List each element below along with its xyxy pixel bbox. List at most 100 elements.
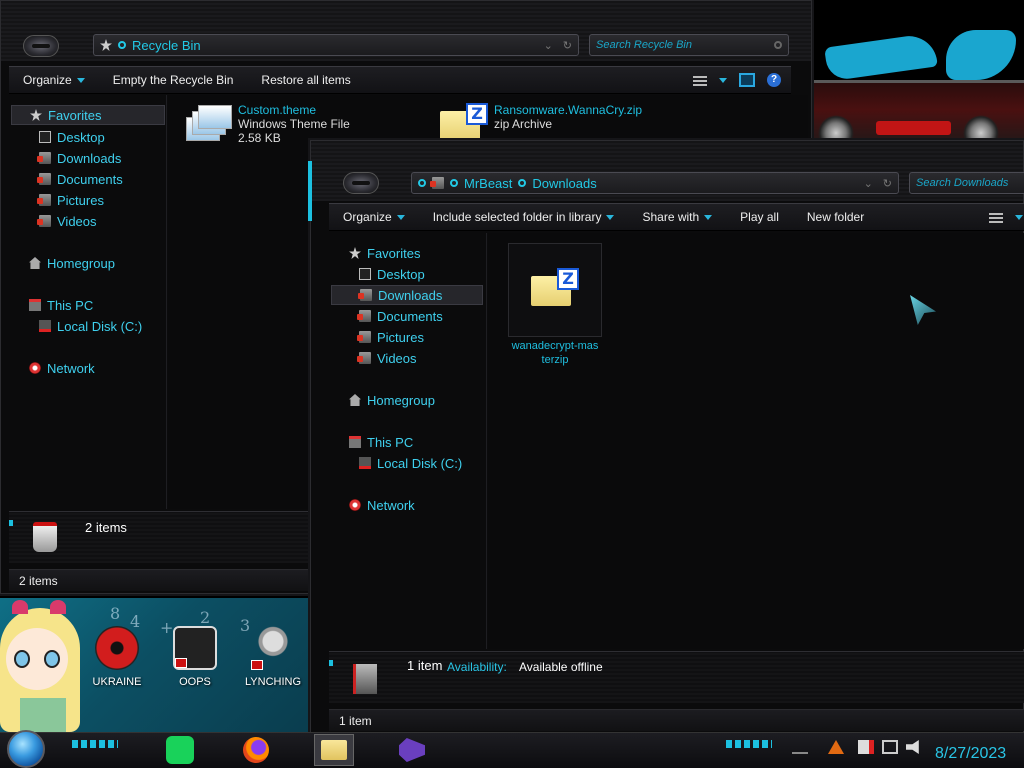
network-icon[interactable] xyxy=(882,740,898,754)
search-icon xyxy=(774,41,782,49)
empty-recycle-bin-button[interactable]: Empty the Recycle Bin xyxy=(99,73,248,87)
taskbar-app-firefox[interactable] xyxy=(236,734,276,766)
nav-favorites[interactable]: Favorites xyxy=(11,105,165,125)
nav-documents[interactable]: Documents xyxy=(357,306,443,326)
search-input[interactable]: Search Downloads xyxy=(909,172,1024,194)
homegroup-icon xyxy=(29,257,41,269)
back-forward-button[interactable] xyxy=(343,172,379,194)
nav-network[interactable]: Network xyxy=(29,358,95,378)
share-with-button[interactable]: Share with xyxy=(628,210,726,224)
organize-button[interactable]: Organize xyxy=(9,73,99,87)
downloads-icon xyxy=(37,152,51,164)
nav-downloads[interactable]: Downloads xyxy=(37,148,121,168)
oops-icon xyxy=(173,626,217,670)
file-explorer-icon xyxy=(321,740,347,760)
search-placeholder: Search Downloads xyxy=(916,177,1009,189)
cartoon-character-image xyxy=(0,598,80,732)
taskbar-app-file-explorer[interactable] xyxy=(314,734,354,766)
status-item-count: 1 item xyxy=(339,713,372,728)
taskbar-decoration xyxy=(72,740,118,748)
star-icon xyxy=(30,109,42,121)
desktop-icon-lynching[interactable]: LYNCHING xyxy=(238,626,308,688)
nav-videos[interactable]: Videos xyxy=(37,211,97,231)
nav-homegroup[interactable]: Homegroup xyxy=(29,253,115,273)
nav-pictures[interactable]: Pictures xyxy=(357,327,424,347)
green-app-icon xyxy=(166,736,194,764)
desktop-icon-ukraine[interactable]: UKRAINE xyxy=(82,626,152,688)
desktop-icon-label: LYNCHING xyxy=(244,676,302,688)
breadcrumb-user[interactable]: MrBeast xyxy=(464,176,512,191)
breadcrumb-separator-icon xyxy=(450,179,458,187)
nav-network[interactable]: Network xyxy=(349,495,415,515)
downloads-icon xyxy=(358,289,372,301)
preview-pane-icon[interactable] xyxy=(739,73,755,87)
change-view-icon[interactable] xyxy=(989,211,1003,223)
nav-videos[interactable]: Videos xyxy=(357,348,417,368)
refresh-icon[interactable]: ↻ xyxy=(563,39,572,52)
availability-label: Availability: xyxy=(447,660,507,674)
taskbar-app-green[interactable] xyxy=(160,734,200,766)
nav-this-pc[interactable]: This PC xyxy=(349,432,413,452)
file-name: Custom.theme xyxy=(238,103,317,117)
pictures-icon xyxy=(357,331,371,343)
nav-this-pc[interactable]: This PC xyxy=(29,295,93,315)
file-item[interactable]: Z Ransomware.WannaCry.zip zip Archive xyxy=(440,103,642,143)
refresh-icon[interactable]: ↻ xyxy=(883,177,892,190)
desktop: 8 4 + 2 3 UKRAINE OOPS LYNCHING Recycle … xyxy=(0,0,1024,768)
command-bar: Organize Empty the Recycle Bin Restore a… xyxy=(9,66,791,94)
nav-local-disk[interactable]: Local Disk (C:) xyxy=(39,316,142,336)
change-view-icon[interactable] xyxy=(693,74,707,86)
play-all-button[interactable]: Play all xyxy=(726,210,793,224)
flag-icon[interactable] xyxy=(858,740,874,754)
new-folder-button[interactable]: New folder xyxy=(793,210,878,224)
nav-documents[interactable]: Documents xyxy=(37,169,123,189)
chevron-down-icon[interactable] xyxy=(1015,214,1023,220)
nav-desktop[interactable]: Desktop xyxy=(39,127,105,147)
taskbar-app-visual-studio[interactable] xyxy=(392,734,432,766)
chevron-down-icon[interactable]: ⌄ xyxy=(544,39,553,52)
file-name: wanadecrypt-mas terzip xyxy=(511,340,599,366)
file-list: Z wanadecrypt-mas terzip xyxy=(488,233,1024,649)
nav-downloads[interactable]: Downloads xyxy=(331,285,483,305)
include-in-library-button[interactable]: Include selected folder in library xyxy=(419,210,629,224)
zip-icon: Z xyxy=(440,103,488,143)
back-forward-button[interactable] xyxy=(23,35,59,57)
breadcrumb-separator-icon xyxy=(118,41,126,49)
desktop-icon-oops[interactable]: OOPS xyxy=(160,626,230,688)
file-item[interactable]: Z xyxy=(508,243,602,337)
start-button[interactable] xyxy=(7,730,45,768)
documents-icon xyxy=(37,173,51,185)
search-input[interactable]: Search Recycle Bin xyxy=(589,34,789,56)
status-item-count: 2 items xyxy=(19,573,58,588)
taskbar-decoration xyxy=(726,740,772,748)
downloads-folder-icon xyxy=(353,664,377,694)
address-bar[interactable]: MrBeast Downloads ⌄ ↻ xyxy=(411,172,899,194)
breadcrumb-downloads[interactable]: Downloads xyxy=(532,176,596,191)
file-name: Ransomware.WannaCry.zip xyxy=(494,103,643,117)
nav-desktop[interactable]: Desktop xyxy=(359,264,425,284)
nav-homegroup[interactable]: Homegroup xyxy=(349,390,435,410)
search-placeholder: Search Recycle Bin xyxy=(596,39,692,51)
show-hidden-icons[interactable] xyxy=(792,740,808,754)
nav-favorites[interactable]: Favorites xyxy=(349,243,420,263)
details-item-count: 1 item xyxy=(407,658,443,673)
desktop-icon-label: OOPS xyxy=(179,676,211,688)
restore-all-button[interactable]: Restore all items xyxy=(247,73,364,87)
help-icon[interactable]: ? xyxy=(767,73,781,87)
network-icon xyxy=(29,362,41,374)
chevron-down-icon[interactable]: ⌄ xyxy=(864,177,873,190)
breadcrumb-recycle-bin[interactable]: Recycle Bin xyxy=(132,38,201,53)
desktop-icon xyxy=(359,268,371,280)
file-item[interactable]: Custom.theme Windows Theme File 2.58 KB xyxy=(186,103,350,145)
nav-pictures[interactable]: Pictures xyxy=(37,190,104,210)
recycle-bin-icon xyxy=(33,522,57,552)
clock-date[interactable]: 8/27/2023 xyxy=(935,745,1006,763)
command-bar: Organize Include selected folder in libr… xyxy=(329,203,1024,231)
address-bar[interactable]: Recycle Bin ⌄ ↻ xyxy=(93,34,579,56)
drive-icon xyxy=(359,457,371,469)
nav-local-disk[interactable]: Local Disk (C:) xyxy=(359,453,462,473)
chevron-down-icon[interactable] xyxy=(719,77,727,83)
lynching-icon xyxy=(251,626,295,670)
organize-button[interactable]: Organize xyxy=(329,210,419,224)
pictures-icon xyxy=(37,194,51,206)
